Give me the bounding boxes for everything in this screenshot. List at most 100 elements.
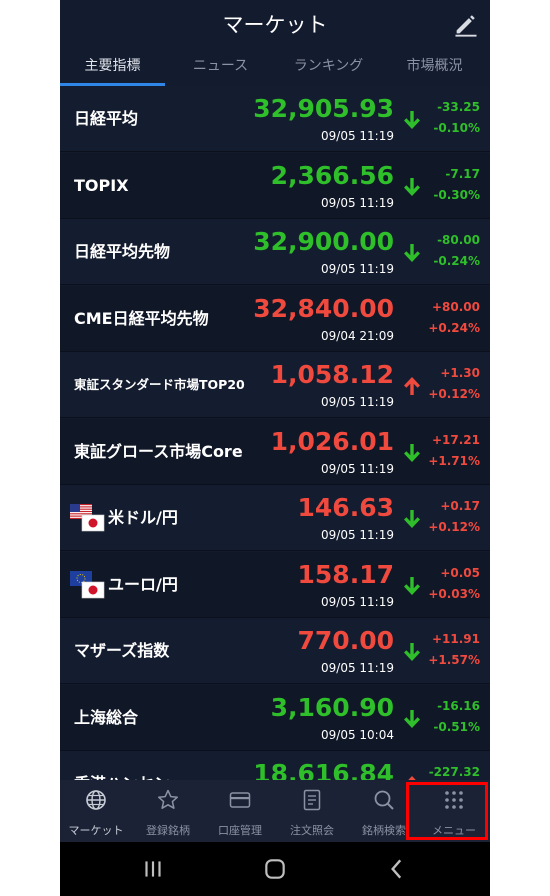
market-row[interactable]: 上海総合 3,160.90 09/05 10:04 -16.16 -0.51% (60, 685, 490, 751)
price-value: 1,058.12 (270, 360, 394, 389)
price-value: 18,616.84 (253, 759, 394, 780)
search-highlight-box (406, 782, 488, 840)
instrument-name: ユーロ/円 (108, 575, 178, 594)
market-row[interactable]: 日経平均先物 32,900.00 09/05 11:19 -80.00 -0.24% (60, 219, 490, 285)
tab-main-indicators[interactable]: 主要指標 (60, 48, 165, 86)
change-percent: -0.30% (433, 188, 480, 202)
timestamp: 09/05 11:19 (321, 595, 394, 609)
change-value: -80.00 (437, 233, 480, 247)
timestamp: 09/05 10:04 (321, 728, 394, 742)
change-percent: -0.10% (433, 121, 480, 135)
arrow-down-icon (404, 710, 420, 728)
home-icon[interactable] (262, 856, 288, 882)
arrow-down-icon (404, 444, 420, 462)
tab-news[interactable]: ニュース (168, 48, 273, 86)
price-value: 2,366.56 (270, 161, 394, 190)
instrument-name: TOPIX (74, 176, 129, 195)
price-value: 32,900.00 (253, 227, 394, 256)
nav-label: 口座管理 (218, 824, 262, 837)
change-percent: +0.24% (428, 321, 480, 335)
change-value: -16.16 (437, 699, 480, 713)
instrument-name: 香港ハンセン (74, 751, 170, 780)
change-value: +0.05 (440, 566, 480, 580)
price-value: 32,840.00 (253, 294, 394, 323)
change-percent: -0.51% (433, 720, 480, 734)
timestamp: 09/05 11:19 (321, 661, 394, 675)
timestamp: 09/05 11:19 (321, 196, 394, 210)
back-icon[interactable] (384, 856, 410, 882)
market-list: 日経平均 32,905.93 09/05 11:19 -33.25 -0.10% TOPI… (60, 86, 490, 780)
instrument-name: マザーズ指数 (74, 641, 170, 660)
market-row[interactable]: 東証グロース市場Core 1,026.01 09/05 11:19 +17.21 +1.… (60, 419, 490, 485)
change-value: -33.25 (437, 100, 480, 114)
market-row[interactable]: TOPIX 2,366.56 09/05 11:19 -7.17 -0.30% (60, 153, 490, 219)
change-percent: +1.71% (428, 454, 480, 468)
change-value: +80.00 (431, 300, 480, 314)
arrow-down-icon (404, 178, 420, 196)
change-value: -227.32 (428, 765, 480, 779)
change-percent: +0.12% (428, 520, 480, 534)
market-row[interactable]: 香港ハンセン18,616.8409/05 11:19-227.32 (60, 751, 490, 780)
change-value: +11.91 (431, 632, 480, 646)
market-row[interactable]: 米ドル/円 146.63 09/05 11:19 +0.17 +0.12% (60, 485, 490, 551)
card-icon (229, 792, 251, 808)
instrument-name: 米ドル/円 (108, 508, 178, 527)
market-row[interactable]: CME日経平均先物 32,840.00 09/04 21:09 +80.00 +0.24… (60, 286, 490, 352)
instrument-name: 日経平均先物 (74, 242, 171, 261)
market-row[interactable]: 日経平均 32,905.93 09/05 11:19 -33.25 -0.10% (60, 86, 490, 152)
change-value: +0.17 (440, 499, 480, 513)
system-nav-bar (60, 842, 490, 896)
market-row[interactable]: 東証スタンダード市場TOP20 1,058.12 09/05 11:19 +1.30 +… (60, 352, 490, 418)
change-percent: +0.03% (428, 587, 480, 601)
timestamp: 09/05 11:19 (321, 395, 394, 409)
price-value: 32,905.93 (253, 94, 394, 123)
timestamp: 09/05 11:19 (321, 129, 394, 143)
tab-market-overview[interactable]: 市場概況 (382, 48, 487, 86)
nav-label: 注文照会 (290, 824, 334, 837)
change-percent: +0.12% (428, 387, 480, 401)
nav-label: 登録銘柄 (146, 824, 190, 837)
instrument-name: 東証グロース市場Core (74, 442, 243, 461)
document-icon (303, 789, 321, 811)
change-percent: +1.57% (428, 653, 480, 667)
market-row[interactable]: ユーロ/円 158.17 09/05 11:19 +0.05 +0.03% (60, 552, 490, 618)
instrument-name: CME日経平均先物 (74, 309, 209, 328)
page-title: マーケット (222, 13, 328, 37)
pencil-icon[interactable] (452, 10, 480, 38)
timestamp: 09/05 11:19 (321, 262, 394, 276)
tab-ranking[interactable]: ランキング (276, 48, 381, 86)
eu-jp-flags-icon (70, 571, 105, 599)
market-row[interactable]: マザーズ指数 770.00 09/05 11:19 +11.91 +1.57% (60, 618, 490, 684)
recents-icon[interactable] (140, 856, 166, 882)
change-value: -7.17 (445, 167, 480, 181)
price-value: 158.17 (297, 560, 394, 589)
nav-account[interactable]: 口座管理 (204, 780, 276, 842)
instrument-name: 上海総合 (74, 708, 139, 727)
change-percent: -0.24% (433, 254, 480, 268)
price-value: 3,160.90 (270, 693, 394, 722)
arrow-down-icon (404, 510, 420, 528)
price-value: 770.00 (297, 626, 394, 655)
star-icon (157, 789, 179, 809)
price-value: 1,026.01 (270, 427, 394, 456)
price-value: 146.63 (297, 493, 394, 522)
globe-icon (86, 790, 106, 810)
nav-watchlist[interactable]: 登録銘柄 (132, 780, 204, 842)
nav-orders[interactable]: 注文照会 (276, 780, 348, 842)
nav-market[interactable]: マーケット (60, 780, 132, 842)
instrument-name: 東証スタンダード市場TOP20 (74, 377, 245, 392)
app-screen: マーケット 主要指標 ニュース ランキング 市場概況 日経平均 32,905.93… (60, 0, 490, 896)
nav-label: マーケット (68, 824, 124, 837)
change-value: +17.21 (431, 433, 480, 447)
search-icon (374, 790, 394, 810)
arrow-down-icon (404, 244, 420, 262)
arrow-down-icon (404, 111, 420, 129)
arrow-down-icon (404, 643, 420, 661)
change-value: +1.30 (440, 366, 480, 380)
app-header: マーケット (60, 0, 490, 48)
timestamp: 09/04 21:09 (321, 329, 394, 343)
arrow-up-icon (408, 776, 416, 780)
arrow-down-icon (404, 577, 420, 595)
us-jp-flags-icon (70, 504, 105, 532)
tab-bar: 主要指標 ニュース ランキング 市場概況 (60, 48, 490, 86)
